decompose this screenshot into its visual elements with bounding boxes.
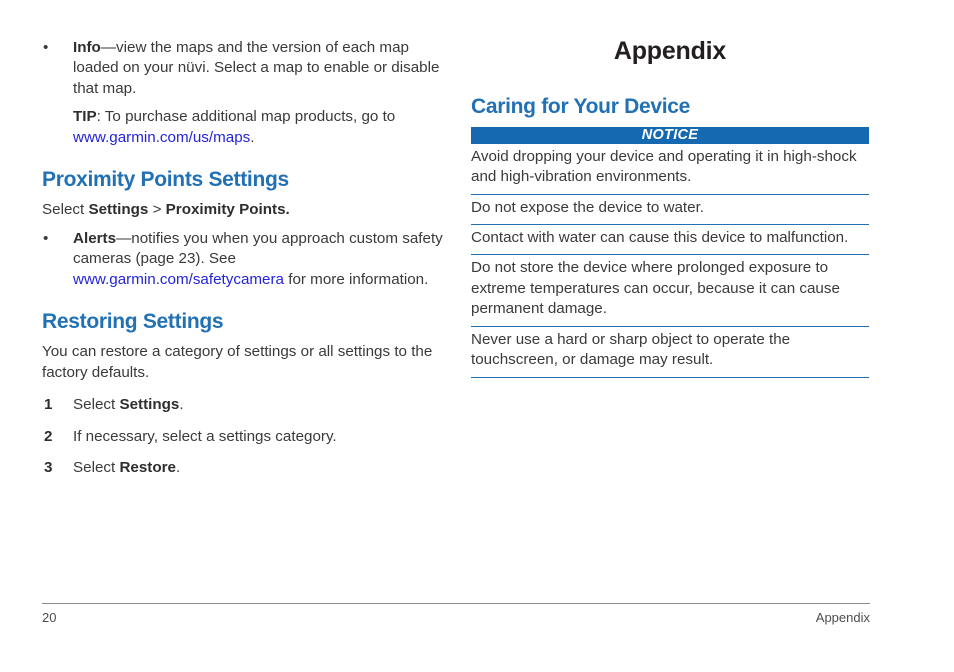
tip-label: TIP <box>73 108 97 126</box>
notice-paragraph: Do not store the device where prolonged … <box>471 255 869 327</box>
restoring-intro: You can restore a category of settings o… <box>42 343 433 381</box>
list-item-text-after: for more information. <box>284 270 429 288</box>
path-separator: > <box>148 201 166 219</box>
bullet-icon: • <box>43 229 49 247</box>
list-item-text: —view the maps and the version of each m… <box>73 39 440 97</box>
notice-paragraph: Never use a hard or sharp object to oper… <box>471 327 869 378</box>
footer: 20 Appendix <box>42 610 870 625</box>
step-text-suffix: . <box>179 396 184 414</box>
menu-proximity-points: Proximity Points. <box>165 201 290 219</box>
document-page: • Info—view the maps and the version of e… <box>0 0 954 672</box>
page-title: Appendix <box>613 37 727 65</box>
notice-paragraph: Avoid dropping your device and operating… <box>471 144 869 195</box>
list-item: • Alerts—notifies you when you approach c… <box>42 229 446 290</box>
list-item-term: Info <box>73 39 101 56</box>
heading-caring-for-your-device: Caring for Your Device <box>471 94 691 118</box>
notice-paragraph: Contact with water can cause this device… <box>471 225 869 256</box>
list-item-text-before: —notifies you when you approach custom s… <box>73 229 443 268</box>
heading-restoring-settings: Restoring Settings <box>42 310 224 334</box>
select-prefix: Select <box>42 201 89 219</box>
step-text-prefix: Select <box>73 458 120 476</box>
tip-text-after: . <box>250 128 255 146</box>
left-column: • Info—view the maps and the version of e… <box>42 38 446 478</box>
step-text-prefix: Select <box>73 396 120 414</box>
tip-paragraph: TIP: To purchase additional map products… <box>42 107 446 148</box>
proximity-select-path: Select Settings > Proximity Points. <box>42 200 446 220</box>
link-garmin-maps[interactable]: www.garmin.com/us/maps <box>73 129 250 146</box>
numbered-step: 1 Select Settings. <box>42 395 446 415</box>
notice-paragraph: Do not expose the device to water. <box>471 195 869 225</box>
notice-banner: NOTICE <box>471 126 869 144</box>
numbered-step: 2 If necessary, select a settings categor… <box>42 427 446 447</box>
tip-text-before: : To purchase additional map products, g… <box>96 108 396 126</box>
step-number: 1 <box>44 396 53 414</box>
right-column: Appendix Caring for Your Device NOTICE A… <box>471 37 869 378</box>
footer-section-label: Appendix <box>815 610 870 625</box>
step-number: 3 <box>44 458 53 476</box>
step-text-bold: Restore <box>119 458 176 476</box>
list-item: • Info—view the maps and the version of e… <box>42 38 446 99</box>
page-number: 20 <box>42 610 57 625</box>
step-text-suffix: . <box>176 458 181 476</box>
step-text-bold: Settings <box>119 396 180 414</box>
step-number: 2 <box>44 427 53 445</box>
list-item-term: Alerts <box>73 229 117 247</box>
menu-settings: Settings <box>88 201 149 219</box>
numbered-step: 3 Select Restore. <box>42 458 446 478</box>
step-text-prefix: If necessary, select a settings category… <box>73 427 337 445</box>
footer-divider <box>42 603 870 604</box>
heading-proximity-points-settings: Proximity Points Settings <box>42 168 289 192</box>
link-garmin-safetycamera[interactable]: www.garmin.com/safetycamera <box>73 271 284 288</box>
bullet-icon: • <box>43 39 49 56</box>
